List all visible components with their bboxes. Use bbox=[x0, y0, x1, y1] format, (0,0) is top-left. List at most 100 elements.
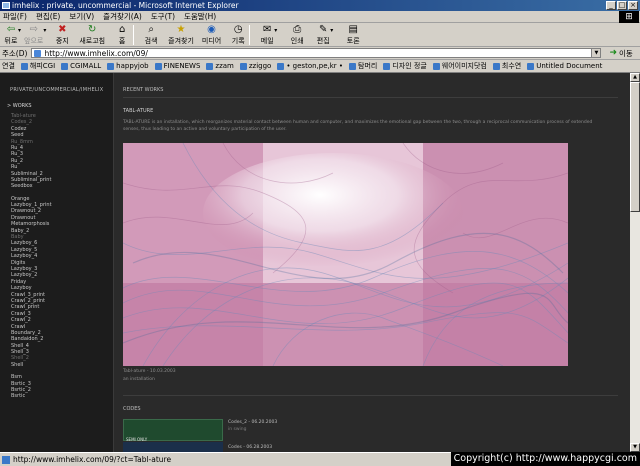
home-icon: ⌂ bbox=[118, 24, 126, 35]
refresh-button[interactable]: ↻ 새로고침 bbox=[79, 23, 105, 47]
mail-icon: ✉ bbox=[263, 24, 272, 35]
work-description: TABL-ATURE is an installation, which reo… bbox=[123, 120, 593, 132]
work-caption-type: an installation bbox=[123, 377, 155, 382]
home-button[interactable]: ⌂ 홈 bbox=[115, 23, 129, 47]
window-controls: _ □ × bbox=[606, 1, 638, 10]
mail-dropdown-icon[interactable]: ▾ bbox=[274, 27, 277, 34]
work-title: TABL-ATURE bbox=[123, 108, 154, 114]
edit-dropdown-icon[interactable]: ▾ bbox=[330, 27, 333, 34]
link-page-icon bbox=[61, 62, 69, 70]
edit-icon: ✎ bbox=[319, 24, 328, 35]
menu-view[interactable]: 보기(V) bbox=[69, 11, 94, 22]
divider bbox=[123, 395, 618, 396]
artwork-svg bbox=[123, 143, 568, 366]
discuss-icon: ▤ bbox=[348, 24, 358, 35]
go-button[interactable]: ➜ 이동 bbox=[609, 48, 632, 59]
link-item[interactable]: 해피CGI bbox=[20, 61, 55, 71]
menu-favorites[interactable]: 즐겨찾기(A) bbox=[103, 11, 142, 22]
menu-bar: 파일(F) 편집(E) 보기(V) 즐겨찾기(A) 도구(T) 도움말(H) ⊞ bbox=[0, 11, 640, 23]
sidebar: PRIVATE/UNCOMMERCIAL/IMHELIX > WORKS Tab… bbox=[0, 73, 114, 452]
works-category[interactable]: > WORKS bbox=[7, 103, 32, 109]
codes-heading: CODES bbox=[123, 406, 141, 412]
scroll-down-icon[interactable]: ▼ bbox=[630, 443, 640, 452]
go-arrow-icon: ➜ bbox=[609, 48, 617, 58]
standard-toolbar: ⇦ 뒤로 ▾ ⇨ 앞으로 ▾ ✖ 중지 ↻ 새로고침 ⌂ 홈 ⌕ 검색 ★ 즐겨… bbox=[0, 23, 640, 47]
link-page-icon bbox=[383, 62, 391, 70]
windows-logo-icon: ⊞ bbox=[619, 11, 639, 23]
status-text: http://www.imhelix.com/09/?ct=Tabl-ature bbox=[13, 455, 172, 464]
link-item[interactable]: 디자인 정글 bbox=[383, 61, 427, 71]
address-dropdown-icon[interactable]: ▼ bbox=[591, 49, 601, 57]
menu-tools[interactable]: 도구(T) bbox=[151, 11, 175, 22]
ie-icon bbox=[2, 2, 10, 9]
favorites-button[interactable]: ★ 즐겨찾기 bbox=[168, 23, 194, 47]
forward-dropdown-icon[interactable]: ▾ bbox=[43, 27, 46, 34]
minimize-button[interactable]: _ bbox=[606, 1, 616, 10]
works-list: Tabl-ature Codes_2 Codez Seed Ru_8mm Ru_4 Ru_3… bbox=[11, 113, 109, 400]
link-item[interactable]: • geston,pe,kr • bbox=[277, 62, 343, 70]
link-page-icon bbox=[239, 62, 247, 70]
link-item[interactable]: zziggo bbox=[239, 62, 271, 70]
edit-button[interactable]: ✎ 편집 bbox=[316, 23, 330, 47]
address-bar: 주소(D) http://www.imhelix.com/09/ ▼ ➜ 이동 bbox=[0, 47, 640, 60]
media-button[interactable]: ◉ 미디어 bbox=[202, 23, 221, 47]
work-list-item[interactable]: Bsrtic bbox=[11, 393, 109, 399]
back-dropdown-icon[interactable]: ▾ bbox=[18, 27, 21, 34]
window-title-bar[interactable]: imhelix : private, uncommercial - Micros… bbox=[0, 0, 640, 11]
code-item-subtitle: in swing bbox=[228, 427, 247, 432]
maximize-button[interactable]: □ bbox=[617, 1, 627, 10]
work-label: Shell bbox=[11, 361, 24, 368]
toolbar-separator bbox=[249, 25, 251, 45]
link-page-icon bbox=[154, 62, 162, 70]
link-item[interactable]: zzam bbox=[206, 62, 234, 70]
stop-icon: ✖ bbox=[58, 24, 67, 35]
back-button[interactable]: ⇦ 뒤로 bbox=[4, 23, 18, 47]
close-button[interactable]: × bbox=[628, 1, 638, 10]
link-page-icon bbox=[107, 62, 115, 70]
mail-button[interactable]: ✉ 메일 bbox=[260, 23, 274, 47]
back-arrow-icon: ⇦ bbox=[6, 24, 16, 35]
link-item[interactable]: 최수연 bbox=[492, 61, 521, 71]
tablature-artwork-image[interactable] bbox=[123, 143, 568, 366]
link-page-icon bbox=[206, 62, 214, 70]
link-item[interactable]: FINENEWS bbox=[154, 62, 200, 70]
search-button[interactable]: ⌕ 검색 bbox=[144, 23, 158, 47]
stop-button[interactable]: ✖ 중지 bbox=[55, 23, 69, 47]
site-title: PRIVATE/UNCOMMERCIAL/IMHELIX bbox=[10, 87, 104, 93]
links-label: 연결 bbox=[2, 62, 15, 70]
link-page-icon bbox=[349, 62, 357, 70]
forward-button[interactable]: ⇨ 앞으로 bbox=[24, 23, 43, 47]
history-button[interactable]: ◷ 기록 bbox=[231, 23, 245, 47]
refresh-icon: ↻ bbox=[88, 24, 97, 35]
scroll-thumb[interactable] bbox=[630, 82, 640, 212]
link-page-icon bbox=[492, 62, 500, 70]
divider bbox=[123, 97, 618, 98]
window-title: imhelix : private, uncommercial - Micros… bbox=[12, 1, 239, 10]
link-item[interactable]: 탐머리 bbox=[349, 61, 377, 71]
scroll-up-icon[interactable]: ▲ bbox=[630, 73, 640, 82]
link-item[interactable]: Untitled Document bbox=[527, 62, 602, 70]
star-icon: ★ bbox=[176, 24, 186, 35]
address-input[interactable]: http://www.imhelix.com/09/ ▼ bbox=[31, 48, 602, 58]
printer-icon: ⎙ bbox=[293, 24, 302, 35]
code-item-title[interactable]: Codes - 06.28.2003 bbox=[228, 445, 272, 450]
link-item[interactable]: happyjob bbox=[107, 62, 149, 70]
page-content: PRIVATE/UNCOMMERCIAL/IMHELIX > WORKS Tab… bbox=[0, 73, 630, 452]
code-item-title[interactable]: Codes_2 - 06.20.2003 bbox=[228, 420, 277, 425]
discuss-button[interactable]: ▤ 토론 bbox=[346, 23, 360, 47]
menu-file[interactable]: 파일(F) bbox=[3, 11, 27, 22]
search-icon: ⌕ bbox=[148, 24, 154, 35]
history-icon: ◷ bbox=[233, 24, 243, 35]
menu-help[interactable]: 도움말(H) bbox=[184, 11, 216, 22]
copyright-watermark: Copyright(c) http://www.happycgi.com bbox=[450, 452, 640, 466]
menu-edit[interactable]: 편집(E) bbox=[36, 11, 60, 22]
scroll-track[interactable] bbox=[630, 212, 640, 443]
media-icon: ◉ bbox=[207, 24, 216, 35]
link-page-icon bbox=[277, 62, 285, 70]
codes-thumbnail[interactable] bbox=[123, 442, 223, 452]
vertical-scrollbar[interactable]: ▲ ▼ bbox=[630, 73, 640, 452]
link-item[interactable]: CGIMALL bbox=[61, 62, 101, 70]
link-item[interactable]: 웨어이미지닷컴 bbox=[432, 61, 487, 71]
print-button[interactable]: ⎙ 인쇄 bbox=[290, 23, 304, 47]
address-url: http://www.imhelix.com/09/ bbox=[44, 48, 148, 58]
